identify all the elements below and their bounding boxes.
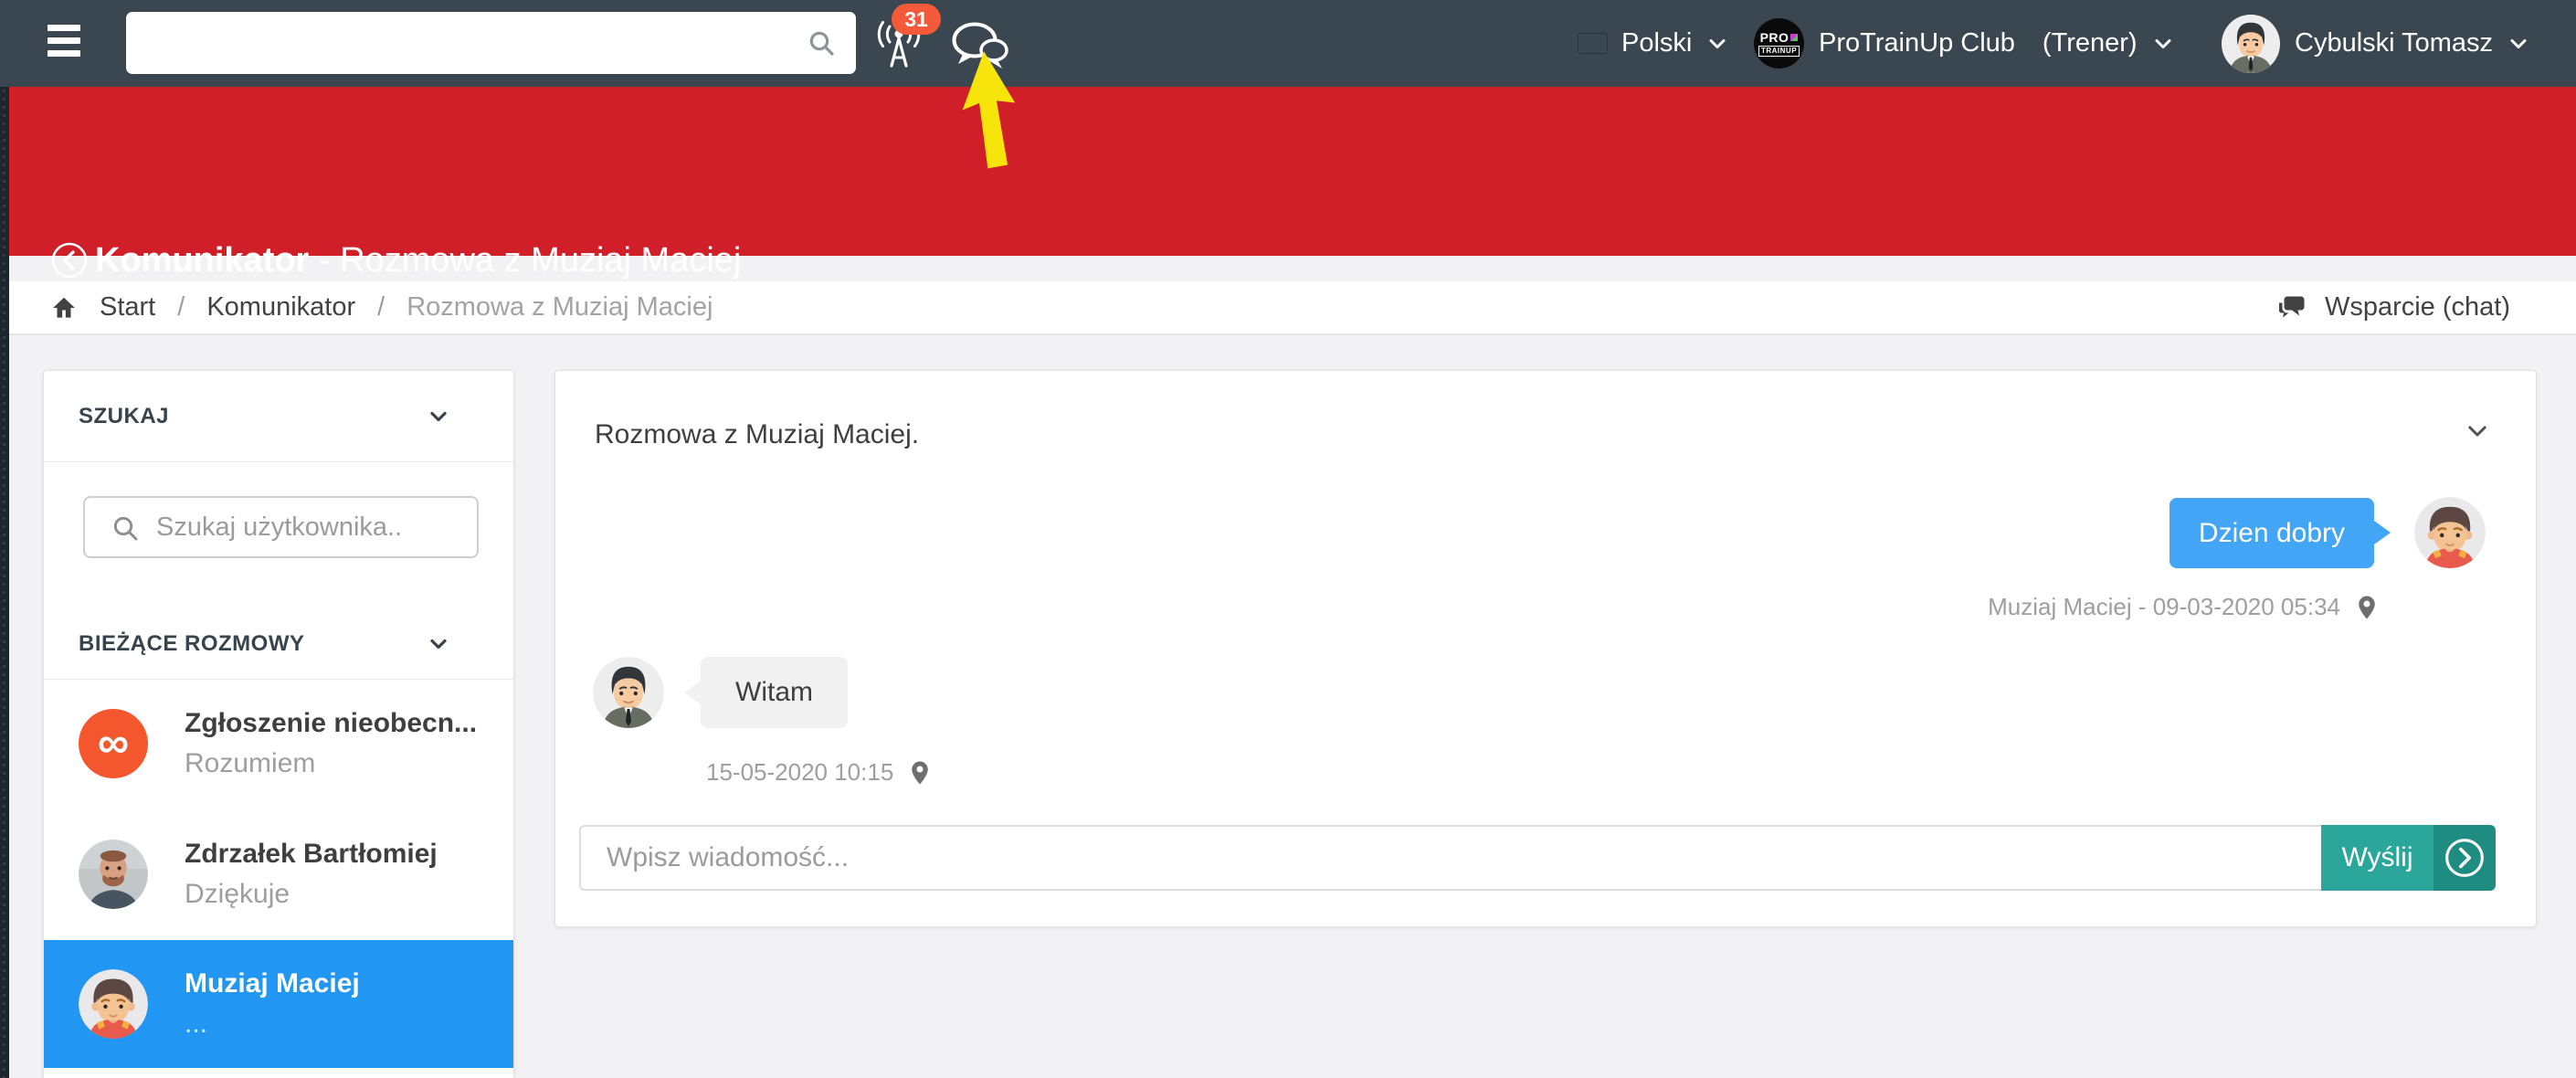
conversation-row-absence[interactable]: ∞ Zgłoszenie nieobecn... Rozumiem: [44, 680, 513, 808]
send-circle-arrow-icon: [2444, 837, 2486, 879]
protrainup-logo: PRO TRAINUP: [1754, 18, 1804, 69]
infinity-avatar: ∞: [79, 709, 148, 778]
support-chat-link[interactable]: Wsparcie (chat): [2277, 292, 2510, 322]
send-button[interactable]: Wyślij: [2321, 825, 2496, 891]
chevron-down-icon: [428, 406, 449, 428]
send-button-label: Wyślij: [2321, 825, 2433, 891]
message-composer: Wyślij: [579, 825, 2496, 891]
poland-flag-icon: [1578, 34, 1607, 53]
chat-title: Rozmowa z Muziaj Maciej.: [595, 419, 919, 450]
chat-collapse-button[interactable]: [2465, 418, 2490, 444]
support-chat-icon: [2277, 294, 2307, 322]
user-search-box: [83, 496, 479, 558]
avatar-muziaj: [79, 969, 148, 1039]
page-header: Komunikator - Rozmowa z Muziaj Maciej: [0, 87, 2576, 256]
club-name: ProTrainUp Club: [1819, 28, 2015, 58]
language-label: Polski: [1621, 28, 1692, 58]
collapsed-sidebar-rail[interactable]: [0, 87, 9, 1078]
avatar-zdrzalek: [79, 840, 148, 909]
messenger-icon[interactable]: [950, 20, 1010, 69]
section-search-header[interactable]: SZUKAJ: [44, 371, 513, 462]
message-meta-text: Muziaj Maciej - 09-03-2020 05:34: [1988, 593, 2340, 621]
message-meta-text: 15-05-2020 10:15: [706, 758, 893, 787]
conversation-name: Muziaj Maciej: [185, 968, 360, 999]
section-conversations-title: BIEŻĄCE ROZMOWY: [79, 631, 305, 657]
breadcrumb-start[interactable]: Start: [100, 292, 155, 322]
section-conversations-header[interactable]: BIEŻĄCE ROZMOWY: [44, 608, 513, 680]
chevron-down-icon: [2465, 418, 2490, 444]
page-title: Komunikator - Rozmowa z Muziaj Maciej: [95, 241, 741, 280]
user-name: Cybulski Tomasz: [2295, 28, 2493, 58]
conversations-sidebar: SZUKAJ BIEŻĄCE ROZMOWY ∞ Zgłoszenie nieo…: [43, 370, 514, 1078]
location-pin-icon: [906, 759, 934, 787]
user-search-input[interactable]: [85, 498, 477, 556]
section-search-title: SZUKAJ: [79, 404, 169, 429]
breadcrumb-komunikator[interactable]: Komunikator: [206, 292, 355, 322]
support-chat-label: Wsparcie (chat): [2325, 292, 2510, 322]
message-outgoing: Dzien dobry: [2170, 497, 2486, 568]
chevron-down-icon: [428, 633, 449, 655]
conversation-row-zdrzalek[interactable]: Zdrzałek Bartłomiej Dziękuje: [44, 808, 513, 940]
chevron-down-icon: [1706, 33, 1728, 55]
chevron-down-icon: [2152, 33, 2174, 55]
avatar-muziaj: [2414, 497, 2486, 568]
user-search-area: [44, 462, 513, 608]
breadcrumb: Start / Komunikator / Rozmowa z Muziaj M…: [50, 292, 713, 322]
club-selector[interactable]: PRO TRAINUP ProTrainUp Club (Trener): [1754, 0, 2174, 87]
top-navbar: 31 Polski PRO TRAINUP ProTrainUp Club (T…: [0, 0, 2576, 87]
message-incoming: Witam: [593, 657, 848, 728]
back-button[interactable]: [49, 240, 90, 280]
home-icon[interactable]: [50, 294, 78, 322]
breadcrumb-current: Rozmowa z Muziaj Maciej: [406, 292, 713, 322]
conversation-name: Zdrzałek Bartłomiej: [185, 839, 438, 870]
conversation-name: Zgłoszenie nieobecn...: [185, 708, 477, 739]
send-icon-box: [2433, 825, 2496, 891]
chat-panel: Rozmowa z Muziaj Maciej. Dzien dobry: [554, 370, 2537, 927]
notification-count-badge[interactable]: 31: [892, 4, 941, 35]
breadcrumb-bar: Start / Komunikator / Rozmowa z Muziaj M…: [0, 281, 2576, 335]
search-icon: [111, 513, 140, 543]
conversation-preview: Rozumiem: [185, 748, 477, 779]
location-pin-icon: [2353, 594, 2381, 621]
message-meta: 15-05-2020 10:15: [706, 758, 934, 787]
user-menu[interactable]: Cybulski Tomasz: [2222, 0, 2529, 87]
chevron-down-icon: [2507, 33, 2529, 55]
global-search-box: [126, 12, 856, 74]
club-role: (Trener): [2043, 28, 2138, 58]
message-meta: Muziaj Maciej - 09-03-2020 05:34: [1988, 593, 2381, 621]
global-search-input[interactable]: [126, 12, 856, 74]
message-bubble: Dzien dobry: [2170, 498, 2374, 568]
conversation-preview: ...: [185, 1009, 360, 1040]
avatar-trainer: [593, 657, 664, 728]
message-bubble: Witam: [701, 657, 848, 728]
user-avatar: [2222, 15, 2280, 73]
message-input[interactable]: [579, 825, 2321, 891]
hamburger-menu-icon[interactable]: [48, 25, 80, 62]
bubble-tail: [684, 681, 701, 704]
conversation-row-muziaj[interactable]: Muziaj Maciej ...: [44, 940, 513, 1068]
search-icon: [807, 28, 836, 58]
conversation-preview: Dziękuje: [185, 879, 438, 910]
bubble-tail: [2374, 521, 2391, 544]
language-selector[interactable]: Polski: [1578, 0, 1728, 87]
